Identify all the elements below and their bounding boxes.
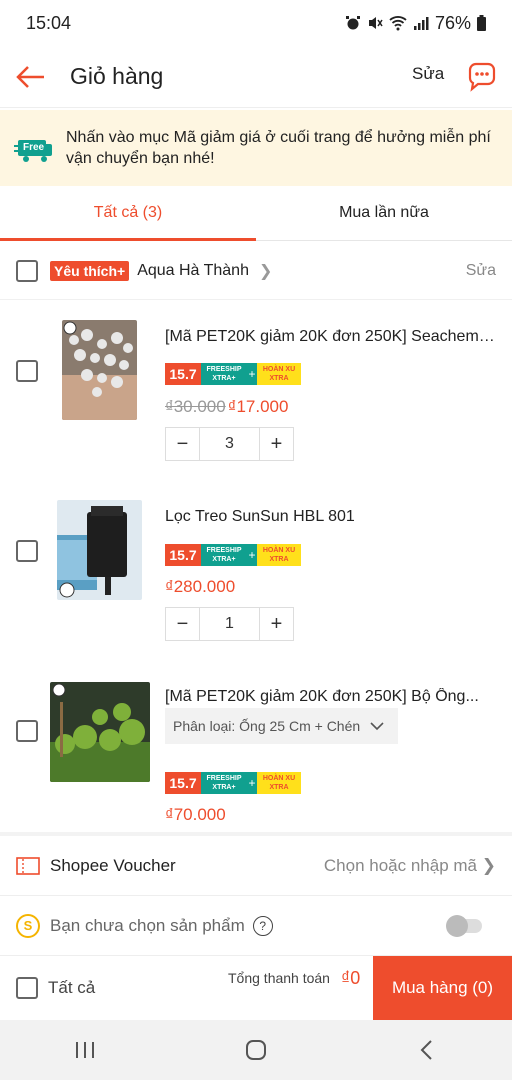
free-shipping-truck-icon: Free — [14, 128, 54, 168]
signal-icon — [413, 17, 429, 30]
status-icons: 76% — [345, 13, 486, 34]
chevron-right-icon: ❯ — [481, 855, 496, 875]
sale-price: ₫17.000 — [227, 397, 289, 416]
product-image-filter[interactable] — [57, 500, 142, 600]
select-all-label[interactable]: Tất cả — [48, 978, 95, 998]
variant-selector[interactable]: Phân loại: Ống 25 Cm + Chén — [165, 708, 398, 744]
price-row: ₫30.000 ₫17.000 — [165, 397, 288, 417]
plus-icon: + — [247, 772, 257, 794]
free-shipping-notice[interactable]: Free Nhấn vào mục Mã giảm giá ở cuối tra… — [0, 110, 512, 186]
back-arrow-icon[interactable] — [14, 60, 48, 94]
shopee-coins-row: S Bạn chưa chọn sản phẩm ? — [0, 896, 512, 956]
chat-icon[interactable] — [464, 60, 498, 94]
voucher-ticket-icon — [16, 856, 40, 875]
battery-icon — [477, 15, 486, 31]
status-time: 15:04 — [26, 12, 72, 33]
select-all-checkbox[interactable] — [16, 977, 38, 999]
shop-header: Yêu thích+ Aqua Hà Thành ❯ Sửa — [0, 242, 512, 300]
total-label: Tổng thanh toán — [228, 970, 330, 986]
cart-tabs: Tất cả (3) Mua lần nữa — [0, 186, 512, 241]
variant-label: Phân loại: Ống 25 Cm + Chén — [173, 718, 361, 734]
product-image-gravel[interactable] — [62, 320, 137, 420]
home-icon[interactable] — [236, 1030, 276, 1070]
voucher-select-link[interactable]: Chọn hoặc nhập mã ❯ — [324, 856, 496, 876]
quantity-stepper: − 1 + — [165, 607, 294, 641]
favorite-plus-badge: Yêu thích+ — [50, 260, 130, 281]
alarm-icon — [345, 16, 360, 30]
plus-icon: + — [247, 544, 257, 566]
item-checkbox[interactable] — [16, 360, 38, 382]
status-bar: 15:04 76% — [0, 0, 512, 46]
decrease-button[interactable]: − — [166, 428, 199, 460]
product-image-plants[interactable] — [50, 682, 150, 782]
free-badge: Free — [23, 142, 45, 153]
price-row: ₫280.000 — [165, 577, 235, 597]
system-nav-bar — [0, 1020, 512, 1080]
increase-button[interactable]: + — [260, 428, 293, 460]
chevron-right-icon[interactable]: ❯ — [259, 261, 272, 281]
shop-edit-button[interactable]: Sửa — [466, 262, 496, 280]
plus-icon: + — [247, 363, 257, 385]
battery-percent: 76% — [434, 12, 471, 33]
voucher-label: Shopee Voucher — [50, 855, 176, 875]
sale-price: ₫70.000 — [165, 805, 226, 824]
coin-icon: S — [16, 913, 40, 938]
item-checkbox[interactable] — [16, 540, 38, 562]
shopee-voucher-row[interactable]: Shopee Voucher Chọn hoặc nhập mã ❯ — [0, 836, 512, 896]
help-icon[interactable]: ? — [252, 915, 273, 936]
app-bar: Giỏ hàng Sửa — [0, 46, 512, 108]
promo-badges: 15.7 FREESHIP XTRA+ + HOÀN XU XTRA — [165, 772, 301, 794]
product-title[interactable]: Lọc Treo SunSun HBL 801 — [165, 508, 495, 526]
notice-text: Nhấn vào mục Mã giảm giá ở cuối trang để… — [66, 129, 491, 167]
mute-icon — [368, 17, 383, 29]
back-icon[interactable] — [407, 1030, 447, 1070]
cart-item: [Mã PET20K giảm 20K đơn 250K] Bộ Ống... … — [0, 670, 512, 832]
product-title[interactable]: [Mã PET20K giảm 20K đơn 250K] Seachem Fl… — [165, 328, 495, 346]
chevron-down-icon — [370, 718, 384, 734]
coins-label: Bạn chưa chọn sản phẩm — [50, 915, 245, 935]
item-checkbox[interactable] — [16, 720, 38, 742]
shop-checkbox[interactable] — [16, 259, 38, 282]
page-title: Giỏ hàng — [70, 63, 164, 89]
quantity-value[interactable]: 1 — [199, 608, 260, 640]
edit-button[interactable]: Sửa — [412, 64, 444, 84]
coins-toggle[interactable] — [446, 914, 482, 937]
product-title[interactable]: [Mã PET20K giảm 20K đơn 250K] Bộ Ống... — [165, 688, 495, 706]
quantity-stepper: − 3 + — [165, 427, 294, 461]
price-row: ₫70.000 — [165, 805, 226, 825]
tab-buy-again[interactable]: Mua lần nữa — [256, 186, 512, 240]
increase-button[interactable]: + — [260, 608, 293, 640]
quantity-value[interactable]: 3 — [199, 428, 260, 460]
checkout-button[interactable]: Mua hàng (0) — [373, 956, 512, 1020]
tab-all[interactable]: Tất cả (3) — [0, 186, 256, 241]
wifi-icon — [389, 16, 407, 31]
shop-name[interactable]: Aqua Hà Thành — [137, 262, 249, 280]
decrease-button[interactable]: − — [166, 608, 199, 640]
recent-apps-icon[interactable] — [65, 1030, 105, 1070]
cart-item: Lọc Treo SunSun HBL 801 15.7 FREESHIP XTR… — [0, 490, 512, 670]
total-value: ₫0 — [341, 968, 361, 988]
promo-badges: 15.7 FREESHIP XTRA+ + HOÀN XU XTRA — [165, 363, 301, 385]
checkout-bar: Tất cả Tổng thanh toán ₫0 Mua hàng (0) — [0, 956, 512, 1020]
sale-price: ₫280.000 — [165, 577, 236, 596]
original-price: ₫30.000 — [165, 397, 226, 416]
cart-item: [Mã PET20K giảm 20K đơn 250K] Seachem Fl… — [0, 300, 512, 490]
promo-badges: 15.7 FREESHIP XTRA+ + HOÀN XU XTRA — [165, 544, 301, 566]
